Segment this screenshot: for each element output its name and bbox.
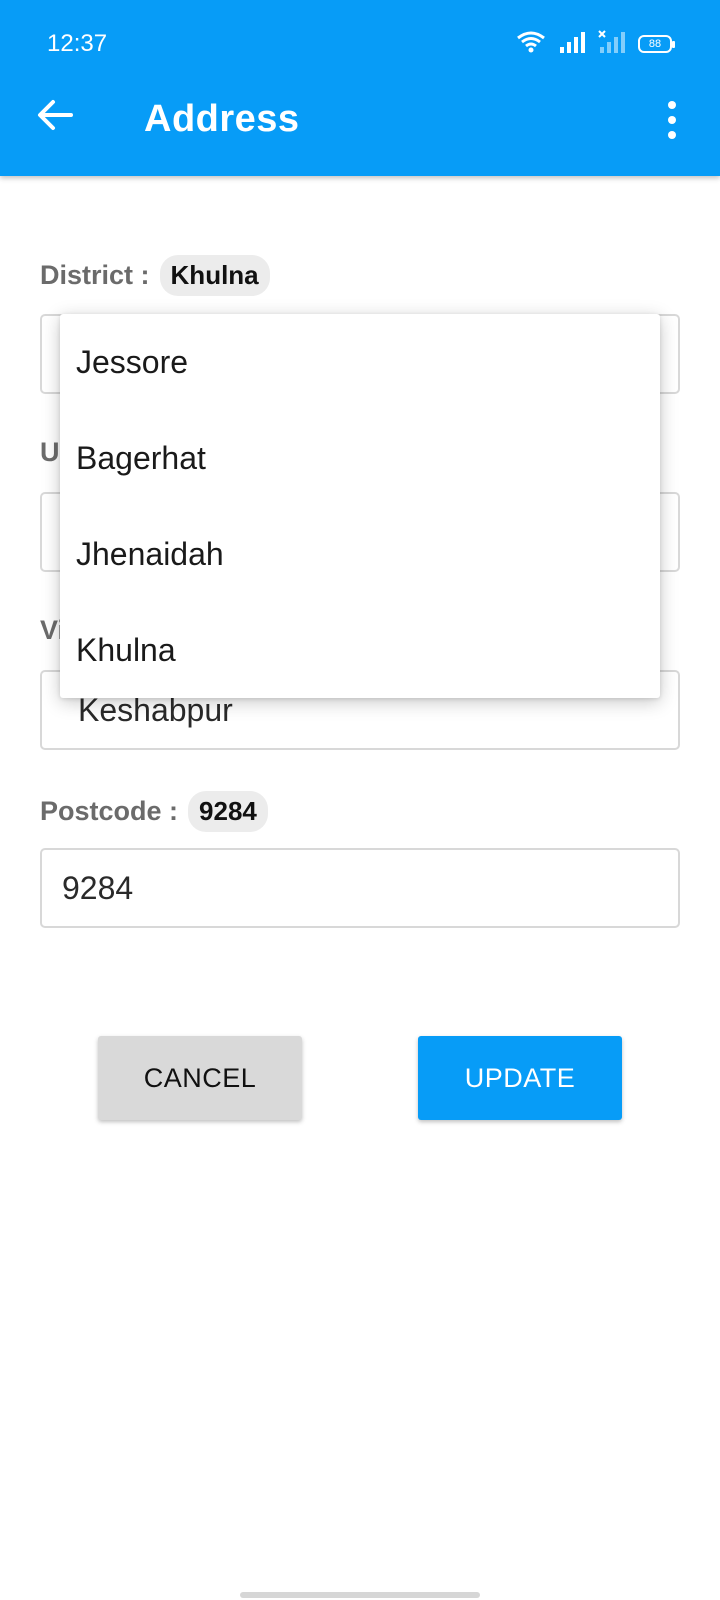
home-indicator[interactable]: [240, 1592, 480, 1598]
dropdown-option[interactable]: Khulna: [60, 602, 660, 698]
page-title: Address: [144, 98, 300, 140]
cancel-button[interactable]: CANCEL: [98, 1036, 302, 1120]
update-button[interactable]: UPDATE: [418, 1036, 622, 1120]
signal-no-service-icon: [598, 29, 626, 59]
dropdown-option[interactable]: Jessore: [60, 314, 660, 410]
app-bar: 12:37 88 Address: [0, 0, 720, 176]
district-label: District :: [40, 260, 150, 290]
postcode-field[interactable]: [40, 848, 680, 928]
status-icons: 88: [516, 29, 675, 59]
signal-icon: [558, 30, 586, 59]
dropdown-option[interactable]: Bagerhat: [60, 410, 660, 506]
status-time: 12:37: [47, 30, 108, 57]
more-options-button[interactable]: [654, 96, 690, 144]
postcode-value-chip: 9284: [188, 791, 268, 832]
postcode-label-row: Postcode : 9284: [40, 791, 268, 832]
district-value-chip: Khulna: [159, 255, 270, 296]
postcode-input[interactable]: [42, 850, 678, 926]
upazila-label-row: U: [40, 437, 60, 468]
dropdown-option[interactable]: Jhenaidah: [60, 506, 660, 602]
district-dropdown-menu: Jessore Bagerhat Jhenaidah Khulna: [60, 314, 660, 698]
upazila-label: U: [40, 437, 60, 467]
district-label-row: District : Khulna: [40, 255, 270, 296]
back-button[interactable]: [30, 92, 80, 142]
battery-icon: 88: [638, 35, 675, 53]
postcode-label: Postcode :: [40, 796, 179, 826]
more-vertical-icon: [668, 101, 676, 109]
wifi-icon: [516, 30, 546, 59]
arrow-left-icon: [37, 99, 73, 136]
